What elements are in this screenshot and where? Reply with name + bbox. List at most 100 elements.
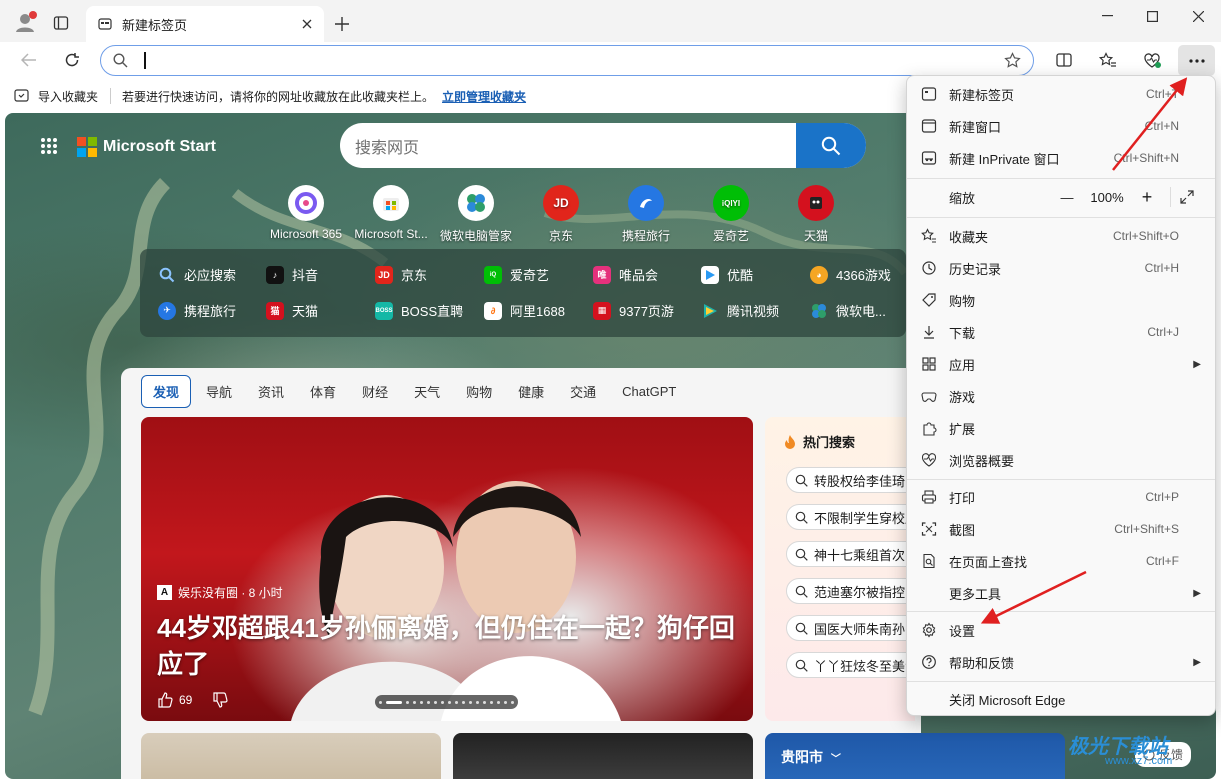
- browser-essentials-heart-icon[interactable]: [1135, 45, 1169, 75]
- feed-tab-weather[interactable]: 天气: [403, 376, 451, 407]
- profile-avatar[interactable]: [12, 9, 38, 35]
- feed-tab-finance[interactable]: 财经: [351, 376, 399, 407]
- menu-item-extensions[interactable]: 扩展: [907, 412, 1215, 444]
- feed-tab-sports[interactable]: 体育: [299, 376, 347, 407]
- menu-item-browser-essentials[interactable]: 浏览器概要: [907, 444, 1215, 476]
- news-card-thumbnail[interactable]: [141, 733, 441, 779]
- feed-tab-discover[interactable]: 发现: [141, 374, 192, 408]
- menu-item-games[interactable]: 游戏: [907, 380, 1215, 412]
- refresh-icon[interactable]: [55, 45, 89, 75]
- maximize-icon[interactable]: [1129, 0, 1175, 32]
- back-arrow-icon[interactable]: [12, 45, 46, 75]
- web-search-box[interactable]: 搜索网页: [340, 123, 866, 168]
- search-icon: [795, 622, 808, 635]
- source-logo-icon: A: [157, 585, 172, 600]
- favorite-star-icon[interactable]: [1004, 52, 1021, 69]
- search-icon: [795, 511, 808, 524]
- trending-item[interactable]: 不限制学生穿校服: [786, 504, 921, 530]
- weather-card[interactable]: 贵阳市 ﹀: [765, 733, 1065, 779]
- quick-link-bing[interactable]: 必应搜索: [158, 265, 236, 284]
- quick-link-vip[interactable]: 唯唯品会: [593, 265, 658, 284]
- fullscreen-icon[interactable]: [1179, 189, 1203, 205]
- app-label: 爱奇艺: [712, 229, 749, 243]
- app-shortcut-pc-manager[interactable]: 微软电脑管家: [434, 185, 518, 244]
- menu-item-new-window[interactable]: 新建窗口 Ctrl+N: [907, 110, 1215, 142]
- menu-item-close-edge[interactable]: 关闭 Microsoft Edge: [907, 683, 1215, 715]
- menu-item-inprivate[interactable]: 新建 InPrivate 窗口 Ctrl+Shift+N: [907, 142, 1215, 174]
- menu-item-downloads[interactable]: 下载 Ctrl+J: [907, 316, 1215, 348]
- ali1688-icon: ∂: [484, 301, 502, 320]
- menu-item-favorites[interactable]: 收藏夹 Ctrl+Shift+O: [907, 220, 1215, 252]
- menu-item-apps[interactable]: 应用 ▶: [907, 348, 1215, 380]
- new-tab-plus-icon[interactable]: [326, 8, 358, 40]
- quick-link-ctrip[interactable]: ✈ 携程旅行: [158, 301, 236, 320]
- ctrip-icon: ✈: [158, 301, 176, 320]
- import-favorites-link[interactable]: 导入收藏夹: [38, 88, 98, 105]
- trending-item[interactable]: 范迪塞尔被指控: [786, 578, 921, 604]
- trending-item[interactable]: 国医大师朱南孙: [786, 615, 921, 641]
- hero-headline[interactable]: 44岁邓超跟41岁孙俪离婚，但仍住在一起？狗仔回应了: [157, 610, 737, 682]
- menu-item-find-on-page[interactable]: 在页面上查找 Ctrl+F: [907, 545, 1215, 577]
- tab-title: 新建标签页: [122, 17, 188, 33]
- quick-link-pc-manager[interactable]: 微软电...: [810, 301, 886, 320]
- tab-close-icon[interactable]: [302, 19, 312, 29]
- quick-link-douyin[interactable]: ♪ 抖音: [266, 265, 318, 284]
- menu-item-shopping[interactable]: 购物: [907, 284, 1215, 316]
- quick-link-tmall[interactable]: 猫天猫: [266, 301, 318, 320]
- app-shortcut-iqiyi[interactable]: iQIYI 爱奇艺: [689, 185, 773, 244]
- trending-item[interactable]: 神十七乘组首次: [786, 541, 921, 567]
- thumbs-up-icon[interactable]: [157, 692, 173, 708]
- microsoft-start-logo[interactable]: Microsoft Start: [77, 137, 216, 157]
- favorites-icon[interactable]: [1091, 45, 1125, 75]
- carousel-indicator[interactable]: [375, 695, 518, 709]
- minimize-icon[interactable]: [1084, 0, 1130, 32]
- app-shortcut-jd[interactable]: JD 京东: [519, 185, 603, 244]
- quick-link-boss[interactable]: BOSS BOSS直聘: [375, 301, 463, 320]
- quick-link-tencent-video[interactable]: 腾讯视频: [701, 301, 779, 320]
- menu-item-more-tools[interactable]: 更多工具 ▶: [907, 577, 1215, 609]
- tab-new-tab[interactable]: 新建标签页: [86, 6, 324, 42]
- news-card-thumbnail[interactable]: [453, 733, 753, 779]
- menu-item-new-tab[interactable]: 新建标签页 Ctrl+T: [907, 78, 1215, 110]
- app-shortcut-tmall[interactable]: 天猫: [774, 185, 858, 244]
- feed-tab-health[interactable]: 健康: [507, 376, 555, 407]
- split-screen-icon[interactable]: [1047, 45, 1081, 75]
- menu-item-settings[interactable]: 设置: [907, 614, 1215, 646]
- quick-link-jd[interactable]: JD 京东: [375, 265, 427, 284]
- settings-and-more-button[interactable]: [1178, 45, 1215, 76]
- douyin-icon: ♪: [266, 265, 284, 284]
- app-shortcut-microsoft-365[interactable]: Microsoft 365: [264, 185, 348, 241]
- zoom-in-icon[interactable]: +: [1132, 187, 1162, 208]
- close-window-icon[interactable]: [1175, 0, 1221, 32]
- weather-city[interactable]: 贵阳市: [781, 749, 823, 765]
- app-shortcut-ctrip[interactable]: 携程旅行: [604, 185, 688, 244]
- menu-item-history[interactable]: 历史记录 Ctrl+H: [907, 252, 1215, 284]
- feed-tab-shopping[interactable]: 购物: [455, 376, 503, 407]
- quick-link-youku[interactable]: 优酷: [701, 265, 753, 284]
- zoom-out-icon[interactable]: —: [1052, 190, 1082, 205]
- app-label: 京东: [548, 229, 573, 243]
- apps-grid-icon[interactable]: [40, 137, 58, 155]
- zoom-label: 缩放: [949, 190, 976, 206]
- quick-link-4366[interactable]: ◕ 4366游戏: [810, 265, 891, 284]
- feed-tab-navigation[interactable]: 导航: [195, 376, 243, 407]
- tab-actions-icon[interactable]: [45, 7, 77, 39]
- menu-item-screenshot[interactable]: 截图 Ctrl+Shift+S: [907, 513, 1215, 545]
- search-icon: [795, 474, 808, 487]
- quick-link-1688[interactable]: ∂ 阿里1688: [484, 301, 565, 320]
- menu-item-print[interactable]: 打印 Ctrl+P: [907, 481, 1215, 513]
- quick-link-iqiyi[interactable]: iQ 爱奇艺: [484, 265, 549, 284]
- menu-item-help-feedback[interactable]: 帮助和反馈 ▶: [907, 646, 1215, 678]
- feed-tab-chatgpt[interactable]: ChatGPT: [611, 378, 687, 405]
- manage-favorites-link[interactable]: 立即管理收藏夹: [442, 88, 526, 105]
- feed-tab-news[interactable]: 资讯: [247, 376, 295, 407]
- feed-tab-traffic[interactable]: 交通: [559, 376, 607, 407]
- thumbs-down-icon[interactable]: [212, 692, 228, 708]
- web-search-button[interactable]: [796, 123, 866, 168]
- quick-link-9377[interactable]: ▦ 9377页游: [593, 301, 674, 320]
- iqiyi-icon: iQ: [484, 265, 502, 284]
- trending-item[interactable]: 丫丫狂炫冬至美食: [786, 652, 921, 678]
- app-shortcut-microsoft-store[interactable]: Microsoft St...: [349, 185, 433, 241]
- trending-item[interactable]: 转股权给李佳琦: [786, 467, 921, 493]
- address-bar[interactable]: [100, 45, 1034, 76]
